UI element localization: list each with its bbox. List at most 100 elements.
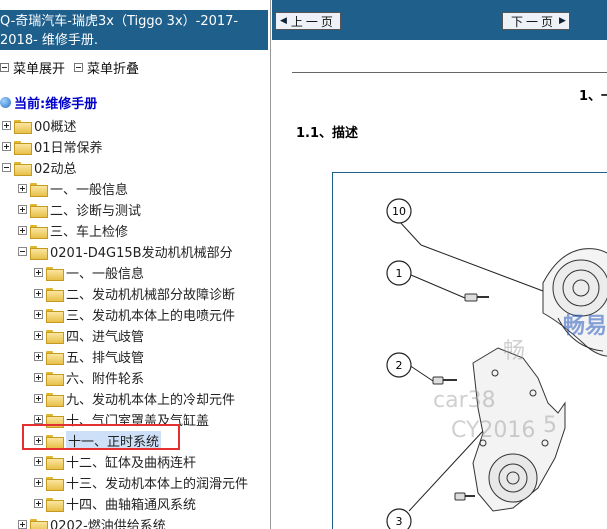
callout-2: 2: [386, 352, 412, 378]
expand-toggle-icon[interactable]: [34, 352, 43, 361]
page-nav-bar: ◀ 上一页 下一页 ▶: [272, 0, 607, 40]
watermark-1: 畅: [503, 339, 526, 364]
tree-row[interactable]: 十四、曲轴箱通风系统: [34, 493, 196, 514]
folder-icon: [30, 203, 48, 218]
watermark-3: CY2016: [451, 418, 536, 443]
folder-icon: [46, 476, 64, 491]
expand-all-icon: [0, 63, 9, 72]
bolt-1: [464, 293, 489, 302]
tree-row[interactable]: 一、一般信息: [34, 262, 144, 283]
collapse-toggle-icon[interactable]: [18, 247, 27, 256]
callout-1: 1: [386, 260, 412, 286]
tree-row[interactable]: 0202-燃油供给系统: [18, 514, 166, 529]
tree-row-label: 十三、发动机本体上的润滑元件: [66, 477, 249, 492]
arrow-left-icon: ◀: [280, 16, 287, 26]
tree-row[interactable]: 00概述: [2, 115, 77, 136]
folder-icon: [46, 455, 64, 470]
expand-toggle-icon[interactable]: [34, 499, 43, 508]
expand-toggle-icon[interactable]: [34, 289, 43, 298]
header-divider: [292, 72, 607, 73]
collapse-toggle-icon[interactable]: [2, 163, 11, 172]
tree-row[interactable]: 十三、发动机本体上的润滑元件: [34, 472, 248, 493]
folder-icon: [46, 266, 64, 281]
watermark-2: car38: [433, 388, 496, 413]
menu-expand-label: 菜单展开: [13, 62, 66, 77]
expand-toggle-icon[interactable]: [34, 373, 43, 382]
folder-icon: [30, 182, 48, 197]
folder-icon: [30, 245, 48, 260]
callout-10-label: 10: [392, 205, 406, 218]
expand-toggle-icon[interactable]: [34, 415, 43, 424]
upper-timing-cover: [542, 248, 607, 357]
expand-toggle-icon[interactable]: [34, 394, 43, 403]
tree-row[interactable]: 二、诊断与测试: [18, 199, 141, 220]
folder-icon: [46, 497, 64, 512]
expand-toggle-icon[interactable]: [34, 331, 43, 340]
tree-row-label: 六、附件轮系: [66, 372, 145, 387]
callout-3-label: 3: [396, 515, 403, 528]
callout-2-label: 2: [396, 359, 403, 372]
tree-row-label: 三、车上检修: [50, 225, 129, 240]
tree-row-label: 一、一般信息: [66, 267, 145, 282]
tree-row-label: 02动总: [34, 162, 77, 177]
current-manual-link[interactable]: 当前:维修手册: [0, 93, 97, 112]
folder-icon: [14, 119, 32, 134]
tree-row-label: 五、排气歧管: [66, 351, 145, 366]
expand-toggle-icon[interactable]: [18, 520, 27, 529]
arrow-right-icon: ▶: [559, 16, 566, 26]
exploded-view-drawing: 10 1 2 3: [386, 198, 607, 529]
tree-row-label: 九、发动机本体上的冷却元件: [66, 393, 236, 408]
bolt-lower: [454, 492, 475, 501]
tree-row-label: 三、发动机本体上的电喷元件: [66, 309, 236, 324]
tree-row[interactable]: 六、附件轮系: [34, 367, 144, 388]
expand-toggle-icon[interactable]: [34, 268, 43, 277]
timing-system-diagram: 10 1 2 3 畅 car38 CY2016 5 畅易: [332, 172, 607, 529]
next-page-label: 下一页: [511, 14, 557, 29]
next-page-button[interactable]: 下一页 ▶: [502, 12, 570, 30]
tree-row-label: 0202-燃油供给系统: [50, 519, 166, 529]
prev-page-button[interactable]: ◀ 上一页: [275, 12, 341, 30]
folder-icon: [30, 224, 48, 239]
folder-icon: [14, 161, 32, 176]
tree-row[interactable]: 九、发动机本体上的冷却元件: [34, 388, 235, 409]
expand-toggle-icon[interactable]: [2, 121, 11, 130]
tree-row[interactable]: 三、发动机本体上的电喷元件: [34, 304, 235, 325]
expand-toggle-icon[interactable]: [18, 205, 27, 214]
expand-toggle-icon[interactable]: [34, 478, 43, 487]
tree-row[interactable]: 三、车上检修: [18, 220, 128, 241]
manual-title-line-1: Q-奇瑞汽车-瑞虎3x（Tiggo 3x）-2017-: [0, 14, 239, 29]
folder-icon: [46, 329, 64, 344]
tree-row[interactable]: 一、一般信息: [18, 178, 128, 199]
expand-toggle-icon[interactable]: [2, 142, 11, 151]
watermark-brand: 畅易: [563, 314, 607, 339]
tree-row[interactable]: 0201-D4G15B发动机机械部分: [18, 241, 233, 262]
tree-row[interactable]: 01日常保养: [2, 136, 103, 157]
expand-toggle-icon[interactable]: [34, 310, 43, 319]
folder-icon: [46, 308, 64, 323]
chapter-heading: 1、一: [579, 89, 607, 104]
expand-toggle-icon[interactable]: [34, 457, 43, 466]
folder-icon: [46, 350, 64, 365]
tree-row-label: 四、进气歧管: [66, 330, 145, 345]
callout-3: 3: [386, 508, 412, 529]
tree-row-label: 十二、缸体及曲柄连杆: [66, 456, 197, 471]
expand-toggle-icon[interactable]: [18, 226, 27, 235]
callout-1-label: 1: [396, 267, 403, 280]
menu-expand-button[interactable]: 菜单展开: [0, 58, 65, 77]
expand-toggle-icon[interactable]: [18, 184, 27, 193]
menu-collapse-label: 菜单折叠: [87, 62, 140, 77]
tree-row[interactable]: 十二、缸体及曲柄连杆: [34, 451, 196, 472]
tree-row[interactable]: 02动总: [2, 157, 77, 178]
manual-title-line-2: 2018- 维修手册.: [0, 33, 99, 48]
tree-panel: Q-奇瑞汽车-瑞虎3x（Tiggo 3x）-2017- 2018- 维修手册. …: [0, 0, 271, 529]
content-panel: ◀ 上一页 下一页 ▶ 1、一 1.1、描述 10 1: [272, 0, 607, 529]
tree-row[interactable]: 五、排气歧管: [34, 346, 144, 367]
folder-icon: [46, 371, 64, 386]
menu-collapse-button[interactable]: 菜单折叠: [74, 58, 139, 77]
tree-row[interactable]: 四、进气歧管: [34, 325, 144, 346]
tree-row-label: 0201-D4G15B发动机机械部分: [50, 246, 233, 261]
tree-row-label: 二、发动机机械部分故障诊断: [66, 288, 236, 303]
section-heading: 1.1、描述: [296, 126, 359, 141]
tree-row-label: 一、一般信息: [50, 183, 129, 198]
tree-row[interactable]: 二、发动机机械部分故障诊断: [34, 283, 235, 304]
